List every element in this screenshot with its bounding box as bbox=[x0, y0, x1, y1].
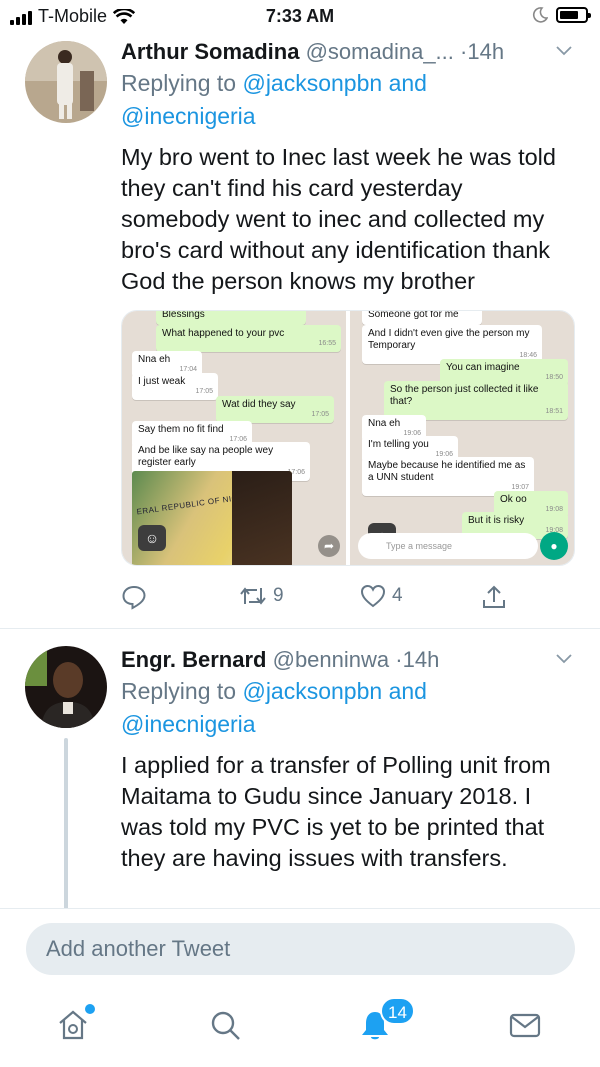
forward-icon: ➦ bbox=[318, 535, 340, 557]
chevron-down-icon[interactable] bbox=[554, 40, 574, 60]
clock: 7:33 AM bbox=[265, 6, 335, 26]
thread-line bbox=[64, 738, 68, 910]
tweet-text: I applied for a transfer of Polling unit… bbox=[121, 752, 551, 871]
share-button[interactable] bbox=[481, 584, 507, 610]
reply-button[interactable] bbox=[121, 584, 147, 610]
share-icon bbox=[483, 585, 505, 608]
mention-link[interactable]: @jacksonpbn and bbox=[242, 70, 426, 96]
media-image-left[interactable]: Blessings What happened to your pvc 16:55… bbox=[122, 311, 346, 565]
chat-bubble: I just weak 17:05 bbox=[132, 373, 218, 400]
avatar[interactable] bbox=[25, 646, 107, 728]
chat-bubble: Blessings bbox=[156, 311, 306, 325]
reply-context: Replying to @jacksonpbn and @inecnigeria bbox=[121, 675, 574, 741]
timestamp[interactable]: 14h bbox=[403, 647, 440, 672]
mention-link[interactable]: @inecnigeria bbox=[121, 103, 256, 129]
chat-bubble: Wat did they say 17:05 bbox=[216, 396, 334, 423]
timestamp[interactable]: 14h bbox=[467, 39, 504, 64]
media-image-right[interactable]: Someone got for me And I didn't even giv… bbox=[350, 311, 574, 565]
mic-icon: ● bbox=[540, 532, 568, 560]
battery-icon bbox=[556, 7, 591, 23]
status-right bbox=[532, 7, 591, 23]
tweet-actions: 9 4 bbox=[121, 584, 521, 614]
mention-link[interactable]: @inecnigeria bbox=[121, 711, 256, 737]
reply-context: Replying to @jacksonpbn and @inecnigeria bbox=[121, 67, 574, 133]
reply-prefix: Replying to bbox=[121, 678, 237, 704]
tweet-header: Arthur Somadina @somadina_... ·14h bbox=[121, 38, 574, 66]
chat-input: Type a message bbox=[358, 533, 538, 559]
compose-bar: Add another Tweet bbox=[0, 908, 600, 990]
like-count: 4 bbox=[392, 585, 403, 606]
display-name[interactable]: Engr. Bernard bbox=[121, 647, 266, 672]
separator: · bbox=[395, 647, 403, 672]
tweet-text: My bro went to Inec last week he was tol… bbox=[121, 144, 556, 294]
like-button[interactable]: 4 bbox=[360, 584, 403, 608]
user-handle[interactable]: @benninwa bbox=[273, 647, 390, 672]
add-tweet-input[interactable]: Add another Tweet bbox=[26, 923, 575, 975]
status-bar: T-Mobile 7:33 AM bbox=[0, 0, 600, 34]
divider bbox=[0, 628, 600, 629]
avatar[interactable] bbox=[25, 41, 107, 123]
avatar-image bbox=[25, 41, 107, 123]
reply-prefix: Replying to bbox=[121, 70, 237, 96]
retweet-count: 9 bbox=[273, 585, 284, 606]
mail-icon[interactable] bbox=[508, 1008, 542, 1042]
search-icon[interactable] bbox=[208, 1008, 242, 1042]
tweet[interactable]: Engr. Bernard @benninwa ·14h Replying to… bbox=[0, 646, 600, 908]
tweet-header: Engr. Bernard @benninwa ·14h bbox=[121, 646, 574, 674]
chat-bubble: What happened to your pvc 16:55 bbox=[156, 325, 341, 352]
chevron-down-icon[interactable] bbox=[554, 648, 574, 668]
mention-link[interactable]: @jacksonpbn and bbox=[242, 678, 426, 704]
moon-icon bbox=[532, 7, 548, 23]
avatar-image bbox=[25, 646, 107, 728]
home-icon[interactable] bbox=[56, 1008, 90, 1042]
notifications-badge: 14 bbox=[380, 997, 415, 1025]
heart-icon bbox=[360, 584, 386, 608]
tab-bar bbox=[0, 990, 600, 1067]
reply-icon bbox=[122, 585, 146, 610]
retweet-button[interactable]: 9 bbox=[239, 584, 284, 608]
retweet-icon bbox=[240, 587, 266, 605]
chat-bubble: Someone got for me bbox=[362, 311, 482, 325]
user-handle[interactable]: @somadina_... bbox=[306, 39, 454, 64]
emoji-icon: ☺ bbox=[138, 525, 166, 551]
display-name[interactable]: Arthur Somadina bbox=[121, 39, 299, 64]
tweet-media[interactable]: Blessings What happened to your pvc 16:55… bbox=[121, 310, 575, 566]
new-content-dot bbox=[85, 1004, 95, 1014]
